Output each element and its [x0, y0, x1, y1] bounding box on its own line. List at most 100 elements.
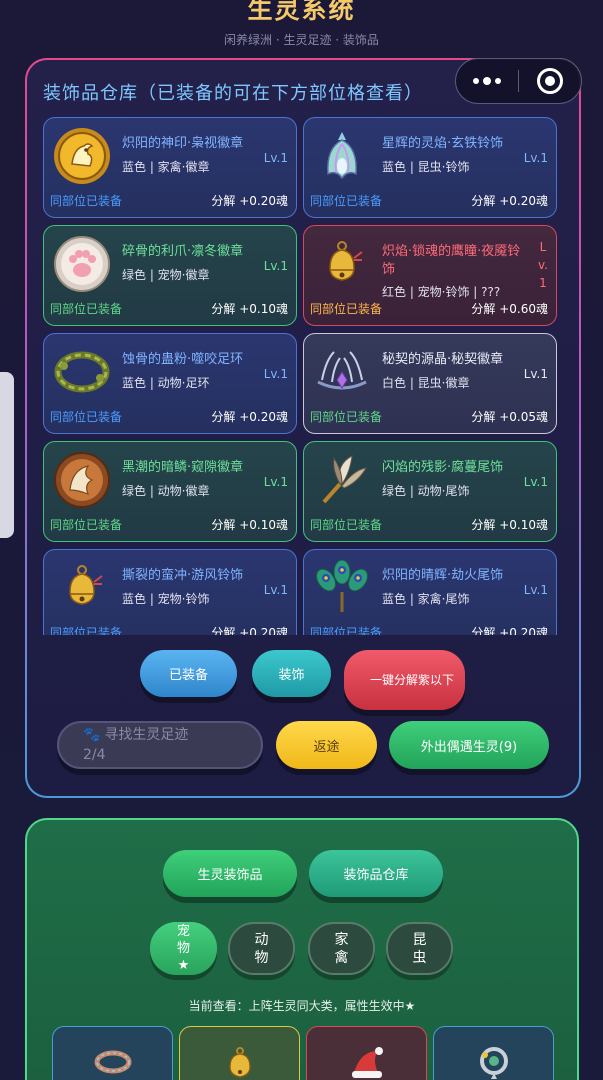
paw-badge-icon — [52, 234, 112, 294]
card-decompose-value: 分解 +0.20魂 — [211, 626, 288, 635]
card-name: 黑潮的暗鳞·窥隙徽章 — [122, 460, 244, 475]
category-pet-chip[interactable]: 宠物★ — [150, 922, 217, 975]
feather-tail-icon — [312, 450, 372, 510]
creature-decorations-tab[interactable]: 生灵装饰品 — [163, 850, 297, 897]
card-decompose-value: 分解 +0.20魂 — [471, 194, 548, 208]
category-poultry-chip[interactable]: 家禽 — [308, 922, 375, 975]
card-decompose-value: 分解 +0.10魂 — [211, 302, 288, 316]
decoration-card[interactable]: 碎骨的利爪·凛冬徽章 绿色 | 宠物·徽章 Lv.1 同部位已装备 分解 +0.… — [43, 225, 297, 326]
warehouse-panel: 装饰品仓库（已装备的可在下方部位格查看） 炽阳的神印·枭视徽章 蓝色 | 家禽·… — [25, 58, 581, 798]
search-progress: 2/4 — [83, 747, 106, 763]
warehouse-title: 装饰品仓库（已装备的可在下方部位格查看） — [43, 83, 423, 104]
decoration-card[interactable]: 炽阳的晴辉·劫火尾饰 蓝色 | 家禽·尾饰 Lv.1 同部位已装备 分解 +0.… — [303, 549, 557, 635]
card-name: 炽焰·锁魂的鹰瞳·夜魇铃饰 — [382, 244, 521, 277]
equip-slot[interactable] — [179, 1026, 300, 1080]
card-meta: 白色 | 昆虫·徽章 — [382, 376, 470, 390]
decoration-card[interactable]: 星辉的灵焰·玄铁铃饰 蓝色 | 昆虫·铃饰 Lv.1 同部位已装备 分解 +0.… — [303, 117, 557, 218]
card-level: Lv.1 — [263, 151, 288, 165]
card-name: 撕裂的蛮冲·游风铃饰 — [122, 568, 244, 583]
card-equipped-status: 同部位已装备 — [50, 518, 123, 532]
equip-slot[interactable] — [306, 1026, 427, 1080]
peacock-feather-icon — [312, 558, 372, 618]
decoration-card[interactable]: 撕裂的蛮冲·游风铃饰 蓝色 | 宠物·铃饰 Lv.1 同部位已装备 分解 +0.… — [43, 549, 297, 635]
category-label: 家禽 — [334, 931, 349, 966]
card-equipped-status: 同部位已装备 — [310, 410, 383, 424]
decor-filter-button[interactable]: 装饰 — [252, 650, 331, 697]
card-name: 秘契的源晶·秘契徽章 — [382, 352, 504, 367]
page-subtitle: 闲养绿洲 · 生灵足迹 · 装饰品 — [224, 33, 379, 47]
card-level: Lv.1 — [263, 583, 288, 597]
decoration-card[interactable]: 蚀骨的蛊粉·噬咬足环 蓝色 | 动物·足环 Lv.1 同部位已装备 分解 +0.… — [43, 333, 297, 434]
decoration-card[interactable]: 秘契的源晶·秘契徽章 白色 | 昆虫·徽章 Lv.1 同部位已装备 分解 +0.… — [303, 333, 557, 434]
card-equipped-status: 同部位已装备 — [310, 518, 383, 532]
card-equipped-status: 同部位已装备 — [50, 302, 123, 316]
page-title: 生灵系统 — [247, 0, 356, 24]
card-meta: 蓝色 | 昆虫·铃饰 — [382, 160, 470, 174]
side-drawer-handle[interactable] — [0, 372, 14, 538]
equipped-filter-button[interactable]: 已装备 — [140, 650, 237, 697]
equip-slot[interactable] — [433, 1026, 554, 1080]
golden-bell-icon — [312, 234, 372, 294]
golden-bell-icon — [52, 558, 112, 618]
card-equipped-status: 同部位已装备 — [310, 194, 383, 208]
card-name: 蚀骨的蛊粉·噬咬足环 — [122, 352, 244, 367]
creature-decorations-panel: 生灵装饰品 装饰品仓库 宠物★ 动物 家禽 昆虫 当前查看：上阵生灵同大类，属性… — [25, 818, 579, 1080]
category-label: 宠物★ — [176, 924, 190, 973]
paw-icon: 🐾 — [83, 727, 101, 743]
category-insect-chip[interactable]: 昆虫 — [386, 922, 453, 975]
pendant-icon — [475, 1045, 513, 1080]
card-equipped-status: 同部位已装备 — [50, 626, 123, 635]
card-name: 炽阳的晴辉·劫火尾饰 — [382, 568, 504, 583]
golden-rooster-badge-icon — [52, 126, 112, 186]
card-equipped-status: 同部位已装备 — [310, 626, 383, 635]
card-equipped-status: 同部位已装备 — [50, 410, 123, 424]
category-animal-chip[interactable]: 动物 — [228, 922, 295, 975]
card-level: Lv.1 — [523, 583, 548, 597]
santa-hat-icon — [348, 1045, 386, 1080]
return-button[interactable]: 返途 — [276, 721, 377, 769]
card-equipped-status: 同部位已装备 — [50, 194, 123, 208]
card-meta: 红色 | 宠物·铃饰 | ??? — [382, 285, 501, 299]
crystal-flower-bell-icon — [312, 126, 372, 186]
card-decompose-value: 分解 +0.10魂 — [471, 518, 548, 532]
current-view-hint: 当前查看：上阵生灵同大类，属性生效中★ — [188, 999, 416, 1013]
card-name: 炽阳的神印·枭视徽章 — [122, 136, 244, 151]
card-meta: 蓝色 | 动物·足环 — [122, 376, 210, 390]
collar-icon — [93, 1045, 133, 1080]
decoration-card[interactable]: 炽焰·锁魂的鹰瞳·夜魇铃饰 红色 | 宠物·铃饰 | ??? Lv.1 同部位已… — [303, 225, 557, 326]
card-meta: 蓝色 | 家禽·徽章 — [122, 160, 210, 174]
decoration-card[interactable]: 闪焰的残影·腐蔓尾饰 绿色 | 动物·尾饰 Lv.1 同部位已装备 分解 +0.… — [303, 441, 557, 542]
card-decompose-value: 分解 +0.60魂 — [471, 302, 548, 316]
woven-ring-icon — [52, 342, 112, 402]
card-name: 碎骨的利爪·凛冬徽章 — [122, 244, 244, 259]
one-key-decompose-button[interactable]: 一键分解紫以下 — [344, 650, 465, 710]
card-meta: 蓝色 | 宠物·铃饰 — [122, 592, 210, 606]
card-decompose-value: 分解 +0.20魂 — [471, 626, 548, 635]
card-level: Lv.1 — [538, 240, 548, 290]
card-name: 星辉的灵焰·玄铁铃饰 — [382, 136, 504, 151]
decoration-warehouse-tab[interactable]: 装饰品仓库 — [309, 850, 443, 897]
card-level: Lv.1 — [263, 367, 288, 381]
decoration-card[interactable]: 炽阳的神印·枭视徽章 蓝色 | 家禽·徽章 Lv.1 同部位已装备 分解 +0.… — [43, 117, 297, 218]
outing-encounter-button[interactable]: 外出偶遇生灵(9) — [389, 721, 549, 769]
card-meta: 绿色 | 宠物·徽章 — [122, 268, 210, 282]
close-miniprogram-icon[interactable] — [519, 59, 581, 103]
card-meta: 蓝色 | 家禽·尾饰 — [382, 592, 470, 606]
warehouse-grid[interactable]: 炽阳的神印·枭视徽章 蓝色 | 家禽·徽章 Lv.1 同部位已装备 分解 +0.… — [43, 117, 559, 635]
card-decompose-value: 分解 +0.10魂 — [211, 518, 288, 532]
card-decompose-value: 分解 +0.20魂 — [211, 194, 288, 208]
category-label: 动物 — [254, 931, 269, 966]
card-level: Lv.1 — [523, 367, 548, 381]
decoration-card[interactable]: 黑潮的暗鳞·窥隙徽章 绿色 | 动物·徽章 Lv.1 同部位已装备 分解 +0.… — [43, 441, 297, 542]
card-name: 闪焰的残影·腐蔓尾饰 — [382, 460, 504, 475]
card-level: Lv.1 — [523, 475, 548, 489]
search-footprints-button: 🐾 寻找生灵足迹 2/4 — [57, 721, 263, 769]
more-menu-icon[interactable] — [456, 59, 518, 103]
card-decompose-value: 分解 +0.20魂 — [211, 410, 288, 424]
card-meta: 绿色 | 动物·尾饰 — [382, 484, 470, 498]
equip-slot[interactable] — [52, 1026, 173, 1080]
golden-bell-icon — [223, 1045, 257, 1080]
miniprogram-capsule — [455, 58, 582, 104]
card-decompose-value: 分解 +0.05魂 — [471, 410, 548, 424]
card-level: Lv.1 — [263, 259, 288, 273]
